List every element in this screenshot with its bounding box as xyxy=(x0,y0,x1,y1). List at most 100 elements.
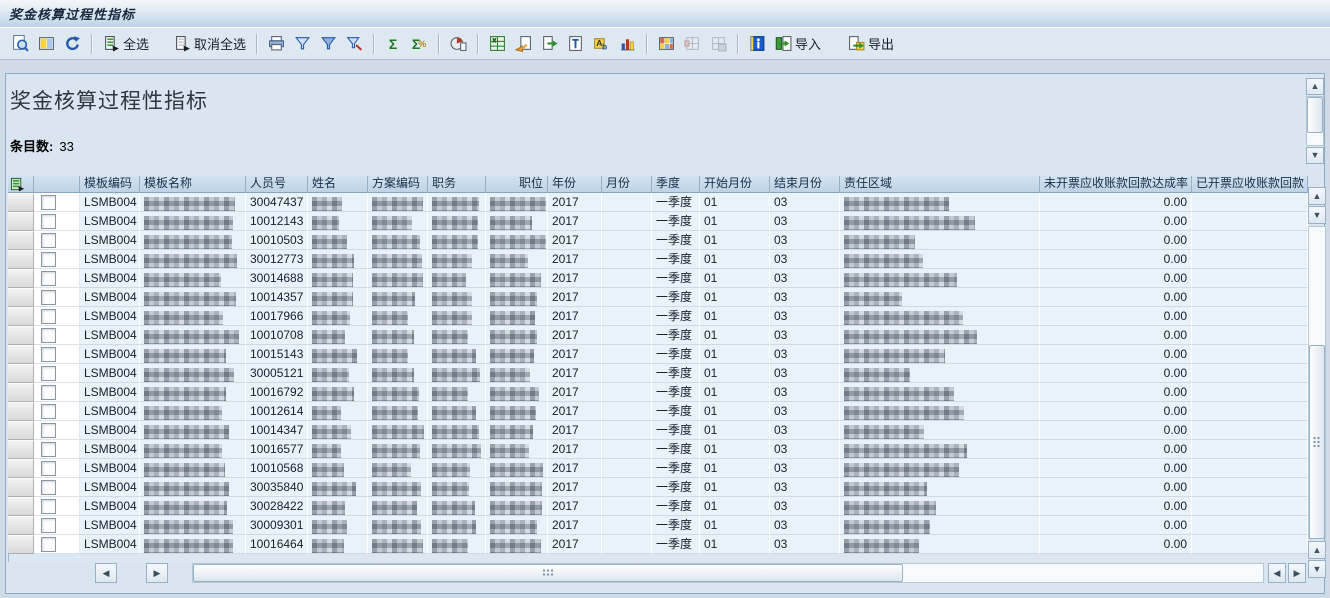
print-button[interactable] xyxy=(264,33,288,55)
cell-invoiced xyxy=(1192,345,1308,364)
column-header-rate[interactable]: 未开票应收账款回款达成率 xyxy=(1040,176,1192,193)
row-checkbox[interactable] xyxy=(41,214,56,229)
row-checkbox[interactable] xyxy=(41,233,56,248)
row-checkbox[interactable] xyxy=(41,404,56,419)
refresh-button[interactable] xyxy=(60,33,84,55)
column-layout-button[interactable] xyxy=(34,33,58,55)
file-export-button[interactable] xyxy=(537,33,561,55)
column-header-template_name[interactable]: 模板名称 xyxy=(140,176,246,193)
row-checkbox[interactable] xyxy=(41,252,56,267)
row-selector[interactable] xyxy=(8,250,34,269)
grid-scroll-left-button[interactable]: ◀ xyxy=(95,563,117,583)
row-selector[interactable] xyxy=(8,269,34,288)
row-checkbox[interactable] xyxy=(41,537,56,552)
row-selector[interactable] xyxy=(8,516,34,535)
row-selector[interactable] xyxy=(8,421,34,440)
row-selector[interactable] xyxy=(8,288,34,307)
column-header-template_code[interactable]: 模板编码 xyxy=(80,176,140,193)
column-header-start_month[interactable]: 开始月份 xyxy=(700,176,770,193)
find-details-button[interactable] xyxy=(8,33,32,55)
cell-personnel_no: 10016464 xyxy=(246,535,308,554)
row-checkbox[interactable] xyxy=(41,290,56,305)
grid-scroll-right-button-right[interactable]: ▶ xyxy=(1288,563,1306,583)
filter-button[interactable] xyxy=(316,33,340,55)
row-checkbox[interactable] xyxy=(41,461,56,476)
import-button[interactable]: 导入 xyxy=(771,32,824,55)
sort-button[interactable] xyxy=(290,33,314,55)
filter-edit-button[interactable] xyxy=(342,33,366,55)
row-checkbox[interactable] xyxy=(41,480,56,495)
row-selector[interactable] xyxy=(8,212,34,231)
row-checkbox[interactable] xyxy=(41,347,56,362)
row-selector[interactable] xyxy=(8,497,34,516)
grid-scroll-down-button-bottom[interactable]: ▼ xyxy=(1308,560,1326,578)
column-header-region[interactable]: 责任区域 xyxy=(840,176,1040,193)
row-checkbox[interactable] xyxy=(41,423,56,438)
cell-name-redacted xyxy=(308,364,368,383)
header-scroll-up-button[interactable]: ▲ xyxy=(1306,78,1324,95)
row-checkbox[interactable] xyxy=(41,195,56,210)
row-selector[interactable] xyxy=(8,193,34,212)
row-selector[interactable] xyxy=(8,459,34,478)
column-header-name[interactable]: 姓名 xyxy=(308,176,368,193)
info-button[interactable] xyxy=(745,33,769,55)
row-selector[interactable] xyxy=(8,231,34,250)
sum-button[interactable]: Σ xyxy=(381,33,405,55)
row-checkbox[interactable] xyxy=(41,271,56,286)
row-selector[interactable] xyxy=(8,326,34,345)
chart-report-button[interactable] xyxy=(446,33,470,55)
grid-view-button[interactable] xyxy=(654,33,678,55)
row-checkbox[interactable] xyxy=(41,385,56,400)
row-selector[interactable] xyxy=(8,307,34,326)
row-selector[interactable] xyxy=(8,535,34,554)
row-selector[interactable] xyxy=(8,345,34,364)
entry-count: 条目数:33 xyxy=(10,136,74,155)
drag-document-button[interactable] xyxy=(511,33,535,55)
grid-insert-button[interactable] xyxy=(680,33,704,55)
column-header-invoiced[interactable]: 已开票应收账款回款 xyxy=(1192,176,1308,193)
grid-scroll-up-button[interactable]: ▲ xyxy=(1308,187,1326,205)
column-header-checkbox[interactable] xyxy=(34,176,80,193)
row-checkbox[interactable] xyxy=(41,442,56,457)
grid-scroll-left-button-right[interactable]: ◀ xyxy=(1268,563,1286,583)
column-header-post[interactable]: 职位 xyxy=(486,176,548,193)
grid-scroll-up-button-bottom[interactable]: ▲ xyxy=(1308,541,1326,559)
column-header-personnel_no[interactable]: 人员号 xyxy=(246,176,308,193)
row-selector[interactable] xyxy=(8,402,34,421)
column-header-month[interactable]: 月份 xyxy=(602,176,652,193)
grid-hscroll-thumb[interactable] xyxy=(193,564,903,582)
row-checkbox[interactable] xyxy=(41,309,56,324)
column-header-plan_code[interactable]: 方案编码 xyxy=(368,176,428,193)
table-select-all-button[interactable] xyxy=(8,176,34,193)
cell-start_month: 01 xyxy=(700,402,770,421)
text-processing-button[interactable] xyxy=(563,33,587,55)
grid-save-button[interactable] xyxy=(706,33,730,55)
column-header-end_month[interactable]: 结束月份 xyxy=(770,176,840,193)
table-row: LSMB004300358402017一季度01030.00 xyxy=(8,478,1308,497)
grid-scroll-down-button[interactable]: ▼ xyxy=(1308,206,1326,224)
row-checkbox[interactable] xyxy=(41,518,56,533)
deselect-all-button[interactable]: 取消全选 xyxy=(170,32,249,55)
row-checkbox[interactable] xyxy=(41,366,56,381)
header-scroll-down-button[interactable]: ▼ xyxy=(1306,147,1324,164)
cell-year: 2017 xyxy=(548,421,602,440)
select-all-button[interactable]: 全选 xyxy=(99,32,152,55)
ab-check-button[interactable]: Ab xyxy=(589,33,613,55)
row-checkbox[interactable] xyxy=(41,328,56,343)
header-scroll-thumb[interactable] xyxy=(1307,97,1323,133)
column-header-year[interactable]: 年份 xyxy=(548,176,602,193)
row-checkbox[interactable] xyxy=(41,499,56,514)
row-selector[interactable] xyxy=(8,440,34,459)
subtotal-button[interactable]: Σ% xyxy=(407,33,431,55)
row-selector[interactable] xyxy=(8,478,34,497)
grid-scroll-right-button[interactable]: ▶ xyxy=(146,563,168,583)
export-button[interactable]: 导出 xyxy=(844,32,897,55)
row-selector[interactable] xyxy=(8,383,34,402)
excel-export-button[interactable] xyxy=(485,33,509,55)
bar-chart-button[interactable] xyxy=(615,33,639,55)
row-selector[interactable] xyxy=(8,364,34,383)
column-header-quarter[interactable]: 季度 xyxy=(652,176,700,193)
grid-scroll-thumb[interactable] xyxy=(1309,345,1325,539)
cell-invoiced xyxy=(1192,421,1308,440)
column-header-position[interactable]: 职务 xyxy=(428,176,486,193)
